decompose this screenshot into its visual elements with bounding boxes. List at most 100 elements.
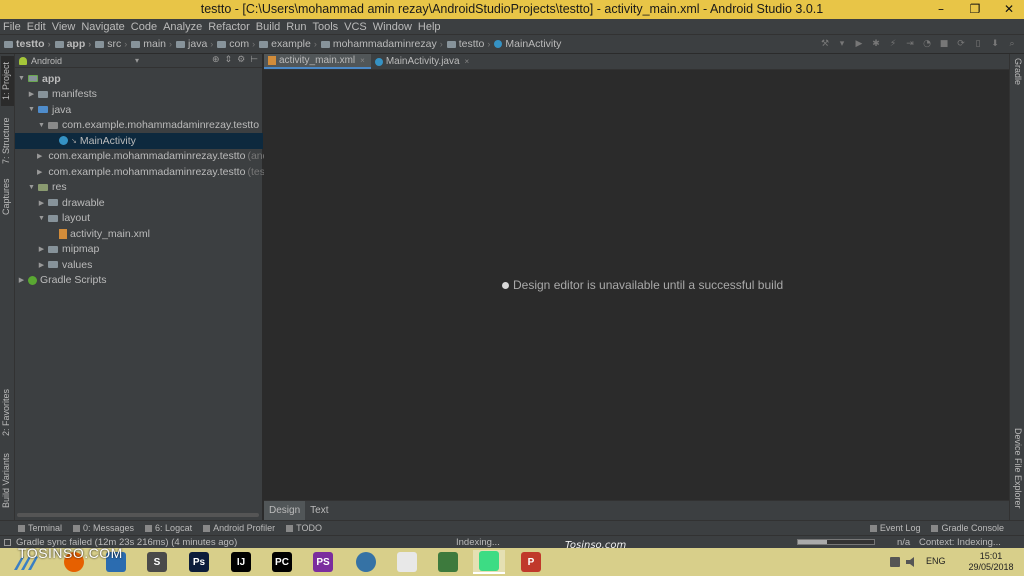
menu-vcs[interactable]: VCS: [344, 21, 367, 33]
tree-node-res[interactable]: ▼ res: [15, 180, 263, 196]
menu-code[interactable]: Code: [131, 21, 157, 33]
taskbar-app-icon-2-button[interactable]: [391, 550, 423, 574]
taskbar-app-icon-3-button[interactable]: [432, 550, 464, 574]
view-mode-dropdown-icon[interactable]: ▾: [135, 56, 139, 65]
tool-tab-favorites[interactable]: 2: Favorites: [1, 384, 14, 440]
collapse-arrow-icon[interactable]: ▶: [17, 276, 26, 284]
menu-edit[interactable]: Edit: [27, 21, 46, 33]
sync-gradle-icon[interactable]: ⟳: [955, 38, 967, 50]
tool-todo[interactable]: TODO: [286, 523, 322, 533]
menu-build[interactable]: Build: [256, 21, 280, 33]
hammer-icon[interactable]: ⚒: [819, 38, 831, 50]
breadcrumb-java[interactable]: java ›: [176, 38, 213, 50]
tab-mainactivity-java[interactable]: MainActivity.java ×: [371, 54, 475, 69]
tree-node-mainactivity[interactable]: ↘ MainActivity: [15, 133, 263, 149]
collapse-arrow-icon[interactable]: ▶: [37, 168, 42, 176]
collapse-arrow-icon[interactable]: ▶: [37, 152, 42, 160]
sync-scroll-icon[interactable]: ⊕: [212, 55, 220, 65]
tab-activity-main-xml[interactable]: activity_main.xml ×: [264, 54, 371, 69]
volume-icon[interactable]: [906, 557, 914, 567]
tool-tab-structure[interactable]: 7: Structure: [1, 112, 14, 170]
tool-android-profiler[interactable]: Android Profiler: [203, 523, 275, 533]
tool-event-log[interactable]: Event Log: [869, 523, 920, 533]
collapse-all-icon[interactable]: ⇕: [225, 55, 233, 65]
minimize-button[interactable]: –: [926, 0, 956, 19]
tool-tab-device-file-explorer[interactable]: Device File Explorer: [1010, 428, 1023, 514]
collapse-arrow-icon[interactable]: ▶: [37, 199, 46, 207]
collapse-arrow-icon[interactable]: ▶: [37, 245, 46, 253]
gear-icon[interactable]: ⚙: [237, 55, 245, 65]
menu-tools[interactable]: Tools: [312, 21, 338, 33]
tree-node-gradle-scripts[interactable]: ▶ Gradle Scripts: [15, 273, 263, 289]
menu-analyze[interactable]: Analyze: [163, 21, 202, 33]
menu-help[interactable]: Help: [418, 21, 441, 33]
project-horizontal-scrollbar[interactable]: [17, 513, 259, 517]
taskbar-psiphon-button[interactable]: P: [515, 550, 547, 574]
taskbar-phpstorm-button[interactable]: PS: [307, 550, 339, 574]
tree-node-manifests[interactable]: ▶ manifests: [15, 87, 263, 103]
maximize-button[interactable]: ❐: [960, 0, 990, 19]
expand-arrow-icon[interactable]: ▼: [37, 215, 46, 222]
breadcrumb-project[interactable]: testto ›: [4, 38, 51, 50]
run-config-dropdown[interactable]: ▾: [836, 38, 848, 50]
tool-gradle-console[interactable]: Gradle Console: [931, 523, 1004, 533]
tree-node-activity-main-xml[interactable]: activity_main.xml: [15, 226, 263, 242]
close-tab-icon[interactable]: ×: [360, 56, 365, 65]
menu-refactor[interactable]: Refactor: [208, 21, 250, 33]
tree-node-mipmap[interactable]: ▶ mipmap: [15, 242, 263, 258]
menu-run[interactable]: Run: [286, 21, 306, 33]
tree-node-app[interactable]: ▼ app: [15, 71, 263, 87]
tool-tab-build-variants[interactable]: Build Variants: [1, 450, 14, 512]
tree-node-java[interactable]: ▼ java: [15, 102, 263, 118]
taskbar-android-studio-button[interactable]: [473, 550, 505, 574]
attach-debugger-icon[interactable]: ⇥: [904, 38, 916, 50]
apply-changes-icon[interactable]: ⚡: [887, 38, 899, 50]
tab-text[interactable]: Text: [305, 501, 333, 521]
breadcrumb-com[interactable]: com ›: [217, 38, 255, 50]
menu-window[interactable]: Window: [373, 21, 412, 33]
search-icon[interactable]: ⌕: [1006, 38, 1018, 50]
taskbar-sublime-text-button[interactable]: S: [141, 550, 173, 574]
expand-arrow-icon[interactable]: ▼: [27, 184, 36, 191]
expand-arrow-icon[interactable]: ▼: [27, 106, 36, 113]
collapse-arrow-icon[interactable]: ▶: [27, 90, 36, 98]
tree-node-package-main[interactable]: ▼ com.example.mohammadaminrezay.testto: [15, 118, 263, 134]
tool-messages[interactable]: 0: Messages: [73, 523, 134, 533]
language-indicator[interactable]: ENG: [926, 556, 946, 566]
profile-icon[interactable]: ◔: [921, 38, 933, 50]
avd-manager-icon[interactable]: ▯: [972, 38, 984, 50]
tree-node-package-test[interactable]: ▶ com.example.mohammadaminrezay.testto (te…: [15, 164, 271, 180]
stop-icon[interactable]: ■: [938, 38, 950, 50]
breadcrumb-app[interactable]: app ›: [54, 38, 91, 50]
taskbar-python-button[interactable]: [350, 550, 382, 574]
tool-logcat[interactable]: 6: Logcat: [145, 523, 192, 533]
tool-terminal[interactable]: Terminal: [18, 523, 62, 533]
run-icon[interactable]: ▶: [853, 38, 865, 50]
taskbar-clock[interactable]: 15:01 29/05/2018: [962, 551, 1020, 573]
network-icon[interactable]: [890, 557, 900, 567]
taskbar-intellij-button[interactable]: IJ: [225, 550, 257, 574]
breadcrumb-mainactivity[interactable]: MainActivity: [494, 38, 561, 50]
project-view-mode[interactable]: Android: [31, 56, 62, 66]
expand-arrow-icon[interactable]: ▼: [37, 122, 46, 129]
menu-navigate[interactable]: Navigate: [81, 21, 124, 33]
tab-design[interactable]: Design: [264, 500, 306, 521]
breadcrumb-src[interactable]: src ›: [95, 38, 127, 50]
breadcrumb-package[interactable]: mohammadaminrezay ›: [320, 38, 443, 50]
tree-node-package-androidtest[interactable]: ▶ com.example.mohammadaminrezay.testto (an…: [15, 149, 272, 165]
tool-tab-captures[interactable]: Captures: [1, 176, 14, 218]
toggle-tool-windows-icon[interactable]: [4, 538, 11, 546]
taskbar-photoshop-button[interactable]: Ps: [183, 550, 215, 574]
tree-node-values[interactable]: ▶ values: [15, 257, 263, 273]
expand-arrow-icon[interactable]: ▼: [17, 75, 26, 82]
collapse-arrow-icon[interactable]: ▶: [37, 261, 46, 269]
tree-node-layout[interactable]: ▼ layout: [15, 211, 263, 227]
breadcrumb-main[interactable]: main ›: [131, 38, 172, 50]
close-window-button[interactable]: ✕: [994, 0, 1024, 19]
hide-panel-icon[interactable]: ⊢: [250, 55, 258, 65]
close-tab-icon[interactable]: ×: [465, 57, 470, 66]
taskbar-pycharm-button[interactable]: PC: [266, 550, 298, 574]
menu-view[interactable]: View: [52, 21, 76, 33]
tree-node-drawable[interactable]: ▶ drawable: [15, 195, 263, 211]
menu-file[interactable]: File: [3, 21, 21, 33]
